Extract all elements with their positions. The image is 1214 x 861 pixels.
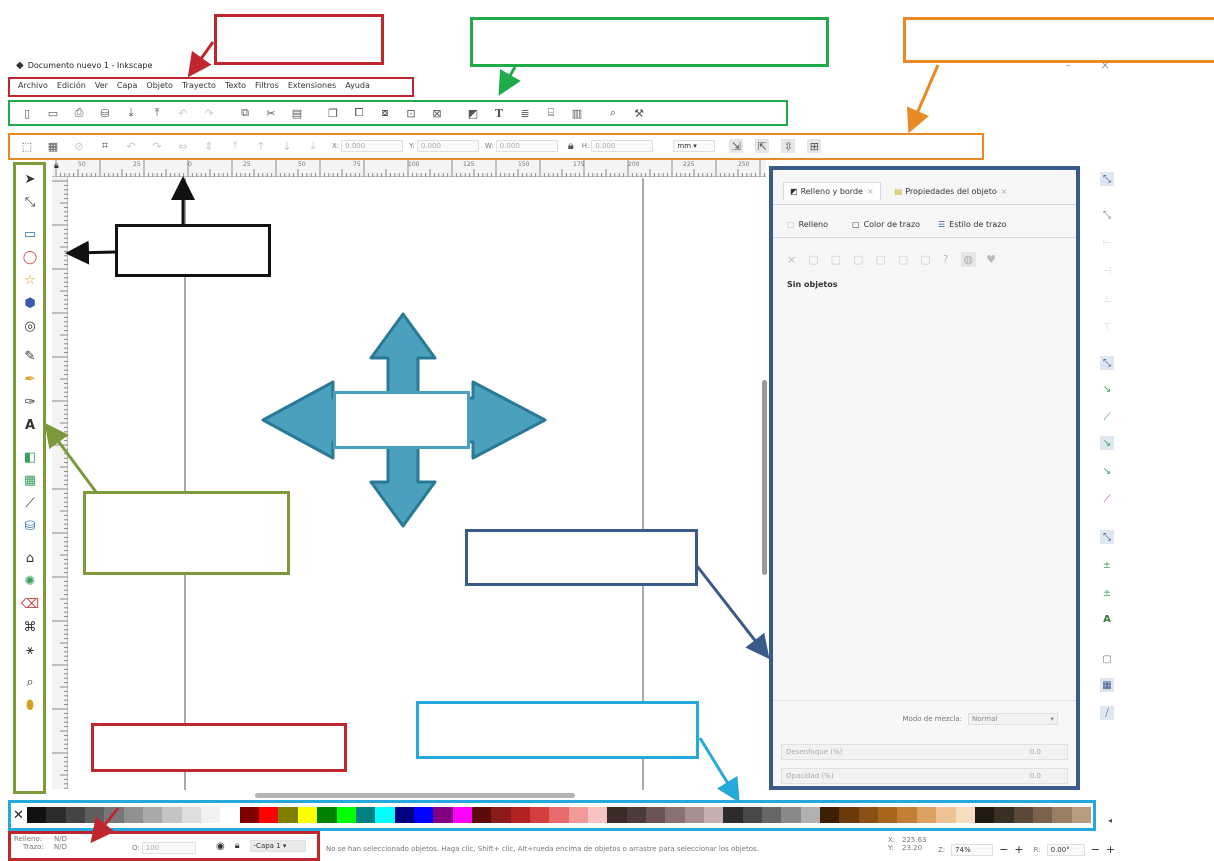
toolbox-arrow (44, 422, 98, 493)
status-arrow (90, 807, 120, 844)
annotation-box-palette (416, 701, 699, 759)
annotation-box-rulers (115, 224, 271, 277)
palette-arrow (698, 737, 740, 803)
annotation-box-toolbar (470, 17, 829, 67)
annotation-box-toolbox (83, 491, 290, 575)
menu-arrow (187, 41, 215, 78)
annotation-box-status (91, 723, 347, 772)
ruler-arrow-left (65, 240, 116, 265)
tool-controls-arrow (906, 64, 940, 134)
annotation-box-menu (214, 14, 384, 65)
toolbar-arrow (498, 66, 521, 96)
panel-arrow (695, 565, 770, 660)
annotation-box-panel (465, 529, 698, 586)
annotation-box-tool-controls (903, 17, 1214, 63)
